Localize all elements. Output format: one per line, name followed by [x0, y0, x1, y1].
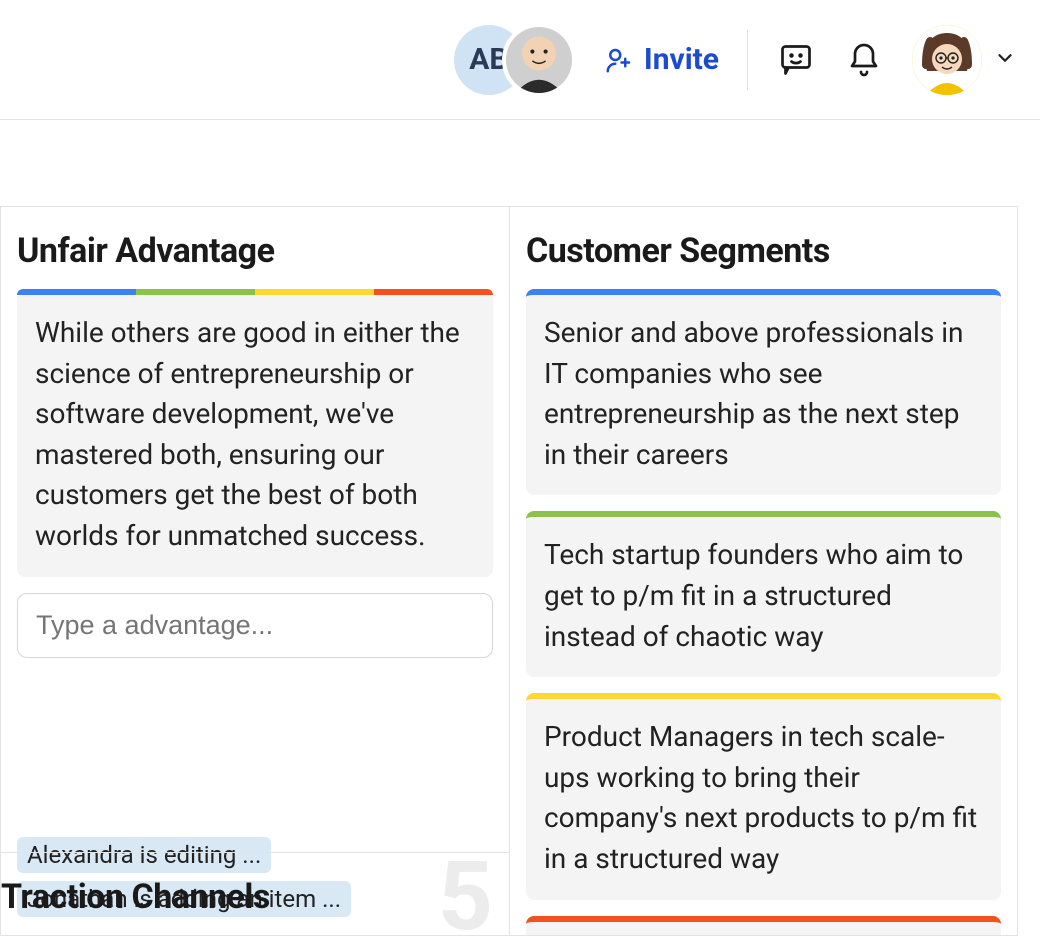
column-title: Unfair Advantage	[17, 231, 493, 271]
feedback-button[interactable]	[776, 40, 816, 80]
column-title: Customer Segments	[526, 231, 1001, 271]
segment-card[interactable]: Senior and above professionals in IT com…	[526, 289, 1001, 495]
advantage-card[interactable]: While others are good in either the scie…	[17, 289, 493, 577]
column-unfair-advantage: Unfair Advantage While others are good i…	[1, 207, 509, 935]
collaborator-avatars[interactable]: AB	[454, 23, 576, 97]
user-menu[interactable]	[912, 25, 1016, 95]
segment-card[interactable]: Product Managers in tech enterprises, wh…	[526, 916, 1001, 935]
invite-label: Invite	[644, 42, 719, 77]
header-divider	[747, 30, 748, 90]
segment-card[interactable]: Tech startup founders who aim to get to …	[526, 511, 1001, 677]
avatar-illustration-icon	[912, 25, 982, 95]
collaborator-avatar[interactable]	[502, 23, 576, 97]
user-avatar[interactable]	[912, 25, 982, 95]
column-title: Traction Channels	[1, 877, 509, 917]
bell-icon	[846, 42, 882, 78]
column-customer-segments: Customer Segments Senior and above profe…	[509, 207, 1017, 935]
notifications-button[interactable]	[844, 40, 884, 80]
add-advantage-input[interactable]	[17, 593, 493, 658]
invite-icon	[604, 45, 634, 75]
canvas-board: Unfair Advantage While others are good i…	[0, 206, 1018, 936]
avatar-illustration-icon	[506, 27, 572, 93]
app-header: AB Invite	[0, 0, 1040, 120]
chevron-down-icon	[994, 47, 1016, 73]
invite-button[interactable]: Invite	[604, 42, 719, 77]
smile-chat-icon	[778, 42, 814, 78]
segment-card[interactable]: Product Managers in tech scale-ups worki…	[526, 693, 1001, 899]
